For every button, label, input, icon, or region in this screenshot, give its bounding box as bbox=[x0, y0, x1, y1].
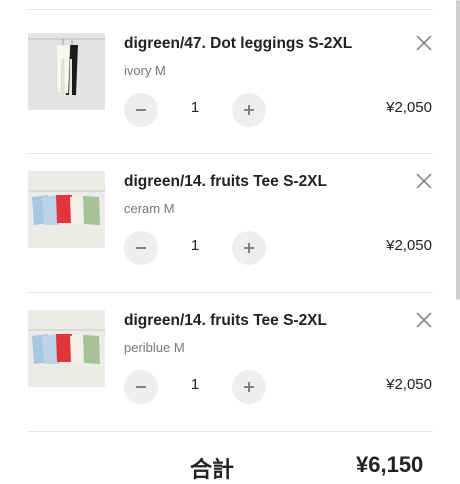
decrease-quantity-button[interactable] bbox=[124, 231, 158, 265]
divider bbox=[28, 431, 433, 432]
increase-quantity-button[interactable] bbox=[232, 93, 266, 127]
product-name[interactable]: digreen/14. fruits Tee S-2XL bbox=[124, 312, 327, 330]
plus-icon bbox=[244, 382, 254, 392]
quantity-value: 1 bbox=[190, 99, 200, 116]
item-price: ¥2,050 bbox=[386, 376, 432, 393]
divider bbox=[28, 153, 433, 154]
item-price: ¥2,050 bbox=[386, 99, 432, 116]
cart-list: digreen/47. Dot leggings S-2XL ivory M 1… bbox=[0, 0, 460, 482]
total-label: 合計 bbox=[190, 457, 235, 482]
cart-item: digreen/47. Dot leggings S-2XL ivory M 1… bbox=[0, 33, 460, 171]
product-image[interactable] bbox=[28, 171, 105, 248]
product-image[interactable] bbox=[28, 33, 105, 110]
decrease-quantity-button[interactable] bbox=[124, 93, 158, 127]
scrollbar[interactable] bbox=[456, 0, 460, 300]
leggings-image bbox=[28, 33, 105, 110]
minus-icon bbox=[136, 247, 146, 249]
tees-image bbox=[28, 171, 105, 248]
cart-item: digreen/14. fruits Tee S-2XL periblue M … bbox=[0, 310, 460, 448]
minus-icon bbox=[136, 386, 146, 388]
product-image[interactable] bbox=[28, 310, 105, 387]
increase-quantity-button[interactable] bbox=[232, 370, 266, 404]
quantity-value: 1 bbox=[190, 376, 200, 393]
plus-icon bbox=[244, 105, 254, 115]
total-value: ¥6,150 bbox=[356, 452, 424, 477]
close-icon[interactable] bbox=[414, 33, 434, 53]
close-icon[interactable] bbox=[414, 310, 434, 330]
minus-icon bbox=[136, 109, 146, 111]
cart-item: digreen/14. fruits Tee S-2XL ceram M 1 ¥… bbox=[0, 171, 460, 309]
product-name[interactable]: digreen/14. fruits Tee S-2XL bbox=[124, 173, 327, 191]
divider bbox=[28, 292, 433, 293]
increase-quantity-button[interactable] bbox=[232, 231, 266, 265]
close-icon[interactable] bbox=[414, 171, 434, 191]
product-variant: ivory M bbox=[124, 63, 166, 78]
decrease-quantity-button[interactable] bbox=[124, 370, 158, 404]
item-price: ¥2,050 bbox=[386, 237, 432, 254]
product-name[interactable]: digreen/47. Dot leggings S-2XL bbox=[124, 35, 352, 53]
quantity-value: 1 bbox=[190, 237, 200, 254]
plus-icon bbox=[244, 243, 254, 253]
tees-image bbox=[28, 310, 105, 387]
divider bbox=[28, 9, 433, 10]
cart-total-row: 合計 ¥6,150 bbox=[0, 452, 460, 482]
product-variant: ceram M bbox=[124, 201, 175, 216]
product-variant: periblue M bbox=[124, 340, 185, 355]
